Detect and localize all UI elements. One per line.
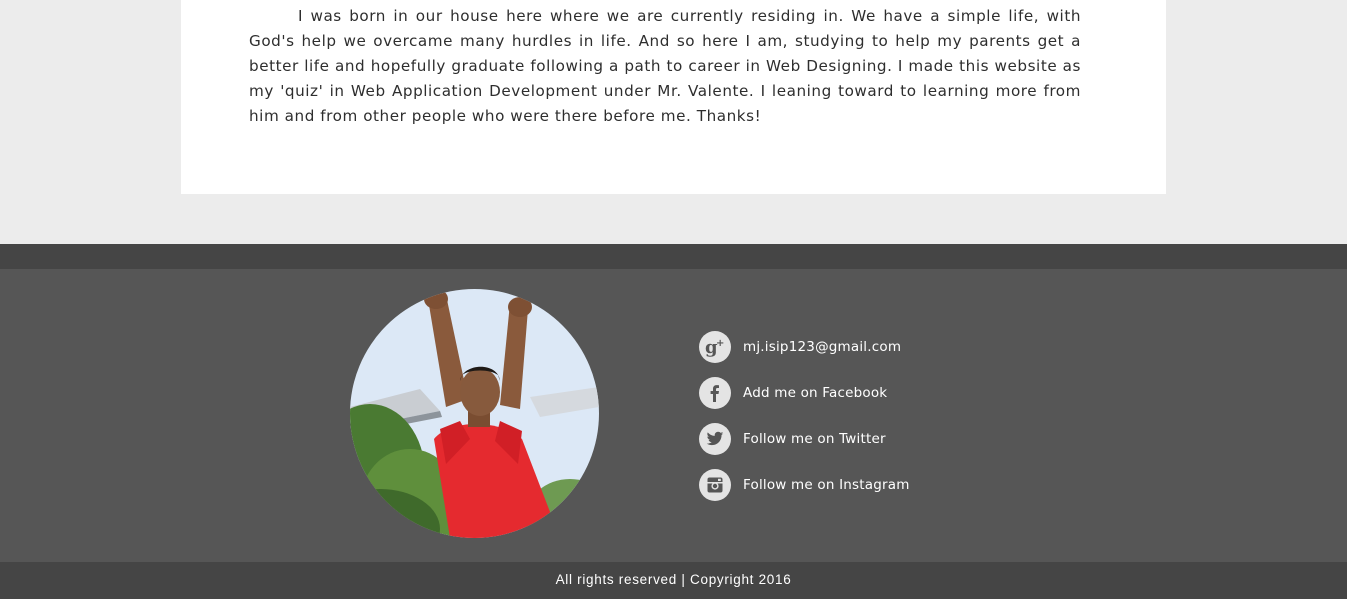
facebook-icon [699, 377, 731, 409]
contact-facebook-label: Add me on Facebook [743, 385, 888, 401]
contact-instagram[interactable]: Follow me on Instagram [699, 469, 910, 501]
twitter-icon [699, 423, 731, 455]
copyright-text: All rights reserved | Copyright 2016 [555, 572, 792, 587]
contact-email-label: mj.isip123@gmail.com [743, 339, 902, 355]
contact-twitter[interactable]: Follow me on Twitter [699, 423, 910, 455]
footer-bottom-bar: All rights reserved | Copyright 2016 [0, 562, 1347, 599]
contact-facebook[interactable]: Add me on Facebook [699, 377, 910, 409]
contact-list: g + mj.isip123@gmail.com Add me on Faceb… [699, 331, 910, 515]
footer: g + mj.isip123@gmail.com Add me on Faceb… [0, 269, 1347, 562]
contact-twitter-label: Follow me on Twitter [743, 431, 886, 447]
contact-email[interactable]: g + mj.isip123@gmail.com [699, 331, 910, 363]
google-plus-icon: g + [699, 331, 731, 363]
about-card: I was born in our house here where we ar… [181, 0, 1166, 194]
instagram-icon [699, 469, 731, 501]
profile-photo [350, 289, 599, 538]
contact-instagram-label: Follow me on Instagram [743, 477, 910, 493]
footer-top-bar [0, 244, 1347, 269]
svg-text:+: + [716, 338, 724, 349]
about-paragraph: I was born in our house here where we ar… [249, 7, 1081, 125]
